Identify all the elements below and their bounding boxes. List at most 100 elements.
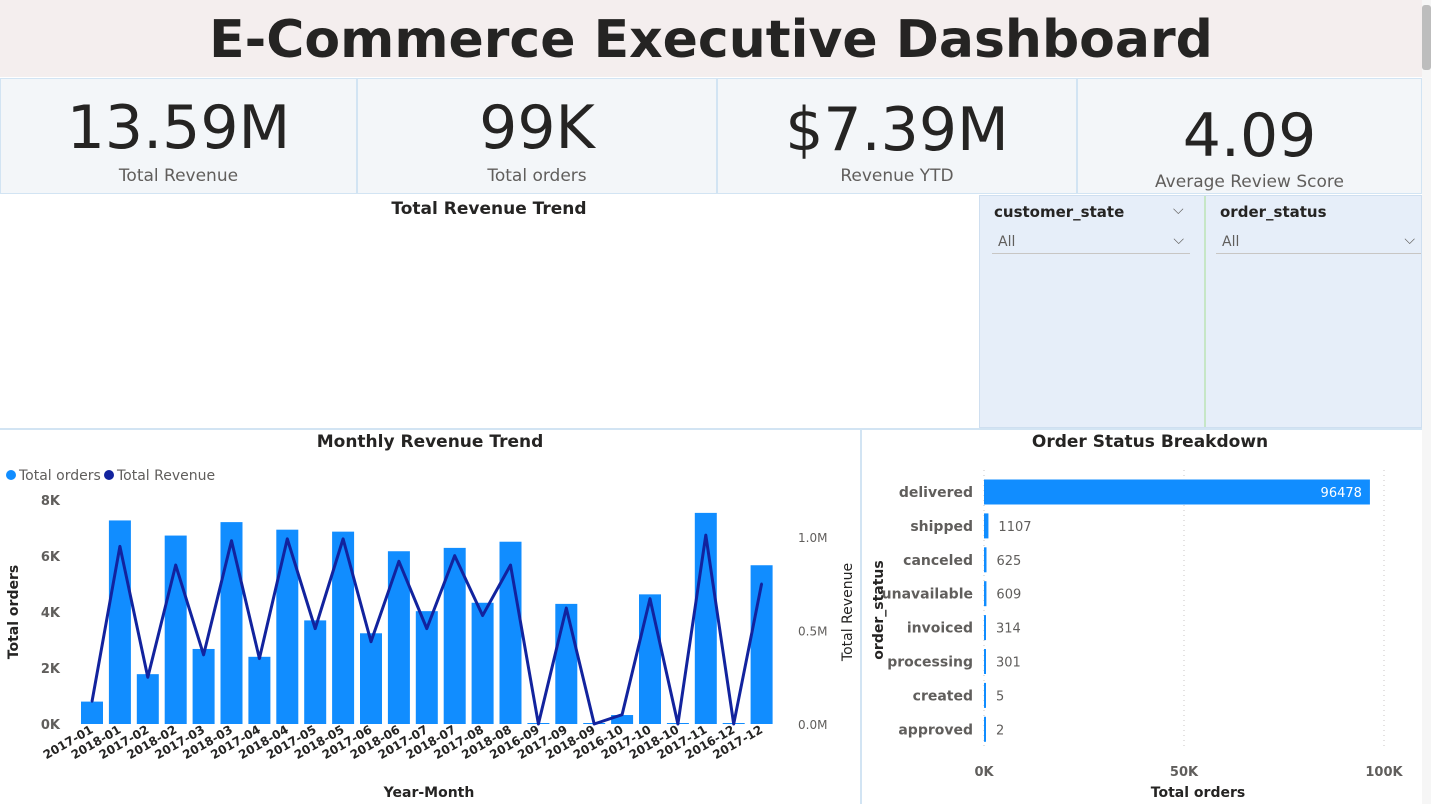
chevron-down-icon[interactable]: ⌵ bbox=[1404, 232, 1415, 248]
revenue-point bbox=[286, 537, 289, 541]
revenue-point bbox=[90, 700, 94, 703]
kpi-value: 99K bbox=[479, 93, 595, 163]
bar-order-status bbox=[984, 615, 986, 641]
kpi-label: Total orders bbox=[487, 166, 587, 186]
kpi-card-total-revenue: 13.59M Total Revenue bbox=[0, 78, 357, 194]
x-tick-label: 0K bbox=[974, 765, 994, 780]
scrollbar-thumb[interactable] bbox=[1422, 5, 1431, 70]
bar-total-orders bbox=[192, 648, 215, 724]
revenue-point bbox=[648, 597, 652, 600]
revenue-point bbox=[425, 627, 428, 630]
slicer-header: customer_state bbox=[994, 203, 1125, 221]
bar-order-status bbox=[984, 479, 1370, 505]
revenue-point bbox=[314, 627, 317, 630]
monthly-revenue-panel: Monthly Revenue Trend Total orders Total … bbox=[0, 430, 860, 804]
y-tick-label: 8K bbox=[41, 494, 61, 509]
dashboard-title: E-Commerce Executive Dashboard bbox=[209, 10, 1213, 70]
revenue-point bbox=[118, 545, 122, 548]
data-label: 314 bbox=[996, 622, 1021, 637]
revenue-point bbox=[341, 537, 345, 541]
kpi-value: $7.39M bbox=[785, 95, 1009, 165]
revenue-point bbox=[593, 722, 596, 726]
revenue-point bbox=[258, 657, 261, 660]
data-label: 5 bbox=[996, 689, 1004, 704]
y2-axis-title: Total Revenue bbox=[840, 563, 856, 662]
revenue-point bbox=[509, 563, 512, 567]
kpi-label: Average Review Score bbox=[1155, 172, 1344, 192]
y-tick-label: 4K bbox=[41, 606, 61, 621]
revenue-trend-chart[interactable]: 0M5MTotal RevenueYear2018201720167.4M6.2… bbox=[0, 195, 978, 428]
x-axis-title: Year-Month bbox=[383, 785, 475, 801]
bar-order-status bbox=[984, 547, 987, 573]
revenue-point bbox=[732, 722, 735, 726]
bar-total-orders bbox=[639, 594, 661, 724]
chevron-down-icon[interactable]: ⌵ bbox=[1173, 232, 1184, 248]
bar-order-status bbox=[984, 649, 986, 674]
revenue-point bbox=[537, 722, 540, 726]
revenue-point bbox=[565, 606, 568, 610]
chevron-down-icon[interactable]: ⌵ bbox=[1173, 202, 1184, 218]
x-tick-label: 100K bbox=[1365, 765, 1403, 780]
data-label: 96478 bbox=[1321, 486, 1362, 501]
revenue-point bbox=[369, 640, 373, 643]
slicer-dropdown[interactable]: All ⌵ bbox=[1216, 230, 1421, 254]
bar-total-orders bbox=[81, 701, 103, 724]
category-label: created bbox=[913, 688, 973, 704]
bar-total-orders bbox=[136, 674, 159, 724]
y2-tick-label: 0.0M bbox=[798, 718, 827, 732]
revenue-point bbox=[146, 676, 149, 679]
monthly-revenue-chart[interactable]: Total orders Total Revenue 0K 2K 4K 6K 8K 0.0M 0… bbox=[0, 430, 860, 804]
y-tick-label: 0K bbox=[41, 718, 61, 733]
slicer-customer-state[interactable]: customer_state ⌵ All ⌵ bbox=[980, 196, 1204, 427]
filter-panel: customer_state ⌵ All ⌵ order_status All … bbox=[979, 195, 1422, 428]
category-label: shipped bbox=[910, 519, 973, 535]
data-label: 1107 bbox=[998, 520, 1031, 535]
category-label: processing bbox=[887, 655, 973, 671]
bar-order-status bbox=[984, 682, 986, 708]
y-tick-label: 2K bbox=[41, 662, 61, 677]
revenue-point bbox=[676, 722, 680, 726]
category-label: invoiced bbox=[907, 621, 973, 637]
category-label: delivered bbox=[899, 485, 973, 501]
bar-total-orders bbox=[248, 656, 271, 724]
revenue-point bbox=[481, 614, 484, 617]
y2-tick-label: 0.5M bbox=[798, 625, 827, 639]
bar-total-orders bbox=[220, 522, 243, 724]
bar-order-status bbox=[984, 716, 986, 742]
y-axis-title: Total orders bbox=[6, 565, 22, 659]
bar-total-orders bbox=[360, 633, 382, 724]
slicer-order-status[interactable]: order_status All ⌵ bbox=[1206, 196, 1423, 427]
category-label: canceled bbox=[903, 553, 973, 569]
data-label: 301 bbox=[996, 656, 1021, 671]
revenue-point bbox=[760, 582, 763, 585]
kpi-label: Revenue YTD bbox=[840, 166, 954, 186]
slicer-dropdown[interactable]: All ⌵ bbox=[992, 230, 1190, 254]
kpi-value: 13.59M bbox=[66, 93, 291, 163]
data-label: 625 bbox=[997, 554, 1022, 569]
legend-marker-orders bbox=[6, 470, 16, 480]
category-label: unavailable bbox=[882, 587, 973, 603]
x-axis-title: Total orders bbox=[1151, 785, 1245, 801]
legend-label: Total Revenue bbox=[116, 468, 215, 484]
y-axis-title: order_status bbox=[871, 560, 887, 659]
revenue-point bbox=[202, 653, 205, 657]
y-tick-label: 6K bbox=[41, 550, 61, 565]
order-status-panel: Order Status Breakdown 0K 50K 100K Total or… bbox=[862, 430, 1422, 804]
kpi-value: 4.09 bbox=[1182, 101, 1317, 171]
bar-total-orders bbox=[304, 620, 327, 724]
order-status-chart[interactable]: 0K 50K 100K Total orders order_status deliver… bbox=[862, 430, 1422, 804]
vertical-scrollbar[interactable] bbox=[1422, 0, 1431, 804]
revenue-trend-panel: Total Revenue Trend 0M5MTotal RevenueYea… bbox=[0, 195, 978, 428]
x-tick-label: 50K bbox=[1170, 765, 1199, 780]
revenue-point bbox=[397, 560, 401, 563]
dashboard-header: E-Commerce Executive Dashboard bbox=[0, 0, 1422, 77]
bar-order-status bbox=[984, 513, 989, 539]
kpi-label: Total Revenue bbox=[118, 166, 239, 186]
revenue-point bbox=[174, 563, 177, 567]
revenue-point bbox=[453, 554, 456, 557]
legend-label: Total orders bbox=[18, 468, 101, 484]
y2-tick-label: 1.0M bbox=[798, 531, 827, 545]
slicer-selected-value: All bbox=[1222, 234, 1240, 250]
data-label: 2 bbox=[996, 723, 1004, 738]
bar-order-status bbox=[984, 581, 987, 607]
